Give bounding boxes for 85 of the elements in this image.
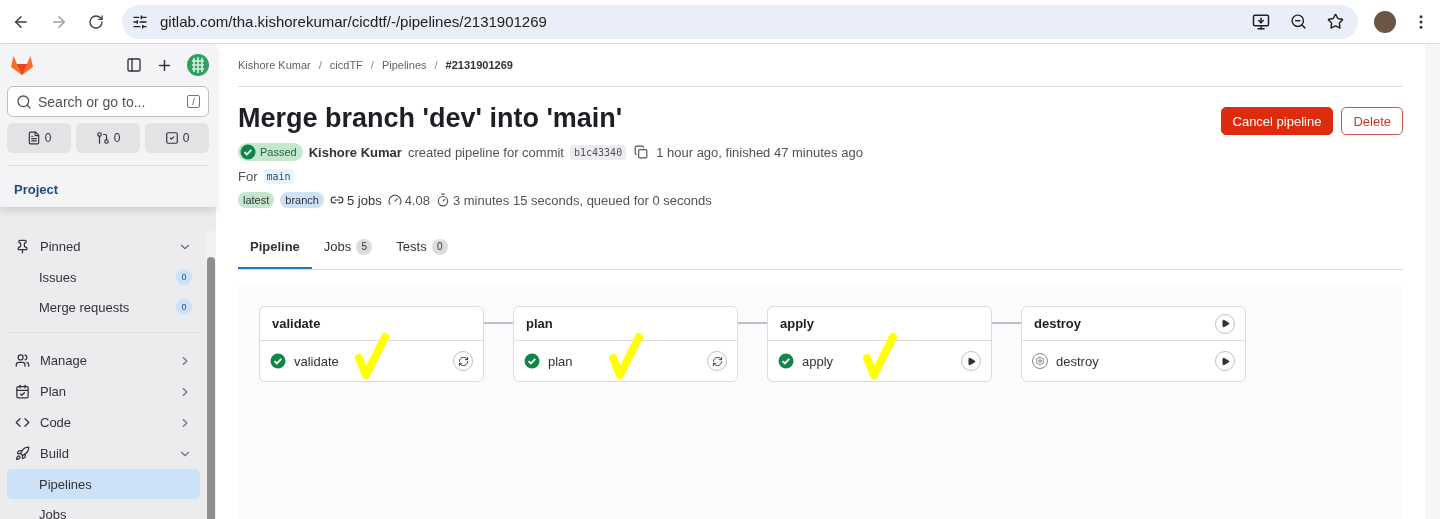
breadcrumb-link[interactable]: #2131901269 (445, 59, 513, 71)
install-icon[interactable] (1252, 12, 1270, 31)
success-icon (270, 353, 286, 369)
copy-icon[interactable] (634, 145, 649, 159)
timing-text: 1 hour ago, finished 47 minutes ago (656, 144, 863, 160)
timer-icon (435, 193, 450, 207)
retry-button[interactable] (453, 351, 473, 371)
plan-icon (15, 384, 30, 399)
document-icon (26, 131, 41, 145)
success-icon (524, 353, 540, 369)
sidebar-item[interactable]: Merge requests 0 (7, 292, 200, 322)
sidebar-item[interactable]: Issues 0 (7, 262, 200, 292)
build-icon (15, 446, 30, 461)
search-placeholder: Search or go to... (38, 93, 146, 110)
counter-button[interactable]: 0 (145, 123, 209, 153)
commit-sha[interactable]: b1c43340 (570, 144, 627, 160)
retry-icon (711, 355, 723, 367)
separator: / (370, 59, 374, 71)
sidebar-item[interactable]: Pinned (7, 231, 200, 262)
author-link[interactable]: Kishore Kumar (308, 144, 402, 160)
tab[interactable]: Tests 0 (384, 224, 460, 269)
page-title: Merge branch 'dev' into 'main' (238, 103, 624, 134)
pinned-icon (15, 239, 30, 254)
play-button[interactable] (961, 351, 981, 371)
search-icon (16, 93, 32, 110)
breadcrumb-link[interactable]: cicdTF (329, 59, 363, 71)
stage-name: validate (272, 316, 321, 331)
site-settings-icon[interactable] (132, 13, 148, 30)
play-button[interactable] (1215, 351, 1235, 371)
code-icon (15, 415, 30, 430)
status-badge[interactable]: Passed (238, 143, 303, 161)
duration-text: 3 minutes 15 seconds, queued for 0 seconds (452, 192, 712, 208)
retry-icon (457, 355, 469, 367)
counter-button[interactable]: 0 (7, 123, 71, 153)
zoom-icon[interactable] (1290, 13, 1307, 30)
section-title: Project (7, 165, 209, 199)
delete-button[interactable]: Delete (1341, 107, 1403, 135)
breadcrumb-link[interactable]: Kishore Kumar (238, 59, 311, 71)
stage-name: apply (780, 316, 814, 331)
tab[interactable]: Pipeline (238, 224, 312, 269)
stage-name: destroy (1034, 316, 1081, 331)
branch-ref[interactable]: main (263, 168, 294, 184)
breadcrumb-link[interactable]: Pipelines (381, 59, 427, 71)
user-avatar[interactable] (187, 54, 209, 76)
job-item[interactable]: plan (514, 341, 737, 381)
compute-text: 4.08 (404, 192, 430, 208)
tab[interactable]: Jobs 5 (311, 224, 385, 269)
profile-avatar[interactable] (1374, 10, 1396, 33)
sidebar-item[interactable]: Build (7, 438, 200, 469)
sidebar-toggle-icon[interactable] (126, 57, 142, 73)
jobs-count: 5 jobs (346, 192, 382, 208)
success-icon (778, 353, 794, 369)
created-text: created pipeline for commit (407, 144, 564, 160)
job-item[interactable]: validate (260, 341, 483, 381)
tag: latest (238, 192, 275, 208)
separator: / (318, 59, 322, 71)
bookmark-icon[interactable] (1327, 13, 1344, 30)
fox-logo-icon[interactable] (10, 54, 34, 76)
sidebar-item[interactable]: Jobs (7, 499, 200, 519)
checkbox-icon (164, 131, 179, 145)
merge-request-icon (95, 131, 110, 145)
tag: branch (280, 192, 324, 208)
sidebar-item[interactable]: Pipelines (7, 469, 200, 499)
sidebar-item[interactable]: Code (7, 407, 200, 438)
counter-button[interactable]: 0 (76, 123, 140, 153)
for-label: For (238, 168, 258, 184)
gauge-icon (387, 193, 402, 207)
play-icon (966, 356, 976, 366)
play-icon (1220, 356, 1230, 366)
sidebar-item[interactable]: Plan (7, 376, 200, 407)
job-item[interactable]: destroy (1022, 341, 1245, 381)
retry-button[interactable] (707, 351, 727, 371)
search-field[interactable]: Search or go to... / (7, 86, 209, 117)
url-text: gitlab.com/tha.kishorekumar/cicdtf/-/pipelines/2131901269 (160, 13, 548, 30)
separator: / (434, 59, 438, 71)
link-icon (329, 193, 344, 207)
play-icon (1220, 319, 1230, 328)
address-bar[interactable]: gitlab.com/tha.kishorekumar/cicdtf/-/pipelines/2131901269 (122, 4, 1358, 39)
sidebar-item[interactable]: Manage (7, 345, 200, 376)
job-item[interactable]: apply (768, 341, 991, 381)
success-icon (240, 144, 256, 160)
play-button[interactable] (1215, 313, 1235, 334)
cancel-button[interactable]: Cancel pipeline (1220, 107, 1334, 135)
stage-name: plan (526, 316, 553, 331)
shortcut-key: / (187, 95, 200, 108)
